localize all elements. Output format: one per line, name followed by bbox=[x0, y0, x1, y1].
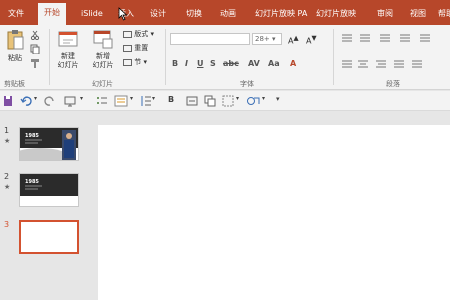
slide-transition-star-icon: ★ bbox=[4, 183, 11, 191]
section-label: 节 bbox=[134, 58, 142, 66]
bullets-icon[interactable] bbox=[96, 95, 108, 107]
ribbon-tab-bar: 文件 开始 iSlide 插入 设计 切换 动画 幻灯片放映 PA 幻灯片放映 … bbox=[0, 0, 450, 25]
slide-thumbnail-3[interactable] bbox=[19, 220, 79, 254]
font-name-combo[interactable] bbox=[170, 33, 250, 45]
tab-slideshow[interactable]: 幻灯片放映 bbox=[316, 7, 356, 20]
tab-review[interactable]: 审阅 bbox=[377, 7, 393, 20]
layout-button[interactable]: 版式 ▾ bbox=[123, 29, 154, 39]
line-spacing-icon[interactable] bbox=[140, 95, 152, 107]
qat-dropdown-icon[interactable]: ▾ bbox=[80, 95, 83, 107]
group-dropdown-icon[interactable]: ▾ bbox=[236, 95, 239, 107]
clipboard-group-label: 剪贴板 bbox=[4, 80, 25, 88]
slide-number: 3 bbox=[4, 220, 10, 229]
slide-thumbnail-1[interactable]: 1985 bbox=[19, 127, 79, 161]
ribbon-home-panel: 粘贴 剪贴板 新建 幻灯片 新增 幻灯片 版式 ▾ 重置 节 ▾ 幻灯片 28+… bbox=[0, 25, 450, 90]
save-icon[interactable] bbox=[3, 95, 13, 107]
line-spacing-dropdown-icon[interactable]: ▾ bbox=[152, 95, 155, 107]
tab-slideshow-pa[interactable]: 幻灯片放映 PA bbox=[255, 7, 307, 20]
slide-number: 1 bbox=[4, 126, 10, 135]
shapes-icon[interactable] bbox=[246, 95, 260, 107]
paste-icon bbox=[7, 30, 24, 50]
layout-label: 版式 bbox=[134, 30, 149, 38]
slide-2-title: 1985 bbox=[25, 179, 39, 185]
char-spacing-button[interactable]: AV bbox=[248, 59, 260, 68]
slide-thumbnail-pane: 1 ★ 1985 2 ★ 1985 3 bbox=[0, 112, 85, 300]
group-divider bbox=[165, 29, 166, 85]
format-painter-icon[interactable] bbox=[30, 58, 40, 68]
group-divider bbox=[49, 29, 50, 85]
paste-button[interactable]: 粘贴 bbox=[4, 29, 26, 63]
slide-editing-canvas[interactable] bbox=[98, 125, 450, 300]
quick-access-toolbar: ▾ ▾ ▾ ▾ B ▾ ▾ ▾ bbox=[0, 91, 450, 111]
numbering-icon[interactable] bbox=[114, 95, 128, 107]
reset-button[interactable]: 重置 bbox=[123, 43, 148, 53]
bold-qat-button[interactable]: B bbox=[168, 95, 174, 107]
section-icon bbox=[123, 58, 132, 66]
undo-dropdown-icon[interactable]: ▾ bbox=[34, 95, 37, 107]
reuse-slide-icon bbox=[93, 30, 113, 49]
strikethrough-button[interactable]: abc bbox=[223, 59, 239, 68]
reuse-slide-label: 新增 幻灯片 bbox=[92, 52, 114, 69]
arrange-icon[interactable] bbox=[204, 95, 216, 107]
customize-qat-icon[interactable]: ▾ bbox=[276, 95, 280, 107]
new-slide-button[interactable]: 新建 幻灯片 bbox=[53, 29, 83, 70]
tab-islide[interactable]: iSlide bbox=[81, 7, 103, 20]
tab-animations[interactable]: 动画 bbox=[220, 7, 236, 20]
bold-button[interactable]: B bbox=[172, 59, 178, 68]
shadow-button[interactable]: S bbox=[210, 59, 216, 68]
reset-label: 重置 bbox=[134, 44, 149, 52]
slide-1-preview: 1985 bbox=[20, 128, 78, 160]
undo-icon[interactable] bbox=[20, 95, 32, 107]
tab-view[interactable]: 视图 bbox=[410, 7, 426, 20]
tab-home[interactable]: 开始 bbox=[38, 3, 66, 25]
shapes-dropdown-icon[interactable]: ▾ bbox=[262, 95, 265, 107]
paragraph-controls-icon[interactable] bbox=[340, 33, 440, 73]
numbering-dropdown-icon[interactable]: ▾ bbox=[130, 95, 133, 107]
slide-2-preview: 1985 bbox=[20, 174, 78, 206]
font-size-combo[interactable]: 28+ ▾ bbox=[252, 33, 282, 45]
reset-icon bbox=[123, 44, 132, 52]
font-group-label: 字体 bbox=[240, 80, 254, 88]
section-button[interactable]: 节 ▾ bbox=[123, 57, 147, 67]
tab-file[interactable]: 文件 bbox=[8, 7, 24, 20]
tab-design[interactable]: 设计 bbox=[150, 7, 166, 20]
cut-icon[interactable] bbox=[30, 30, 40, 40]
slide-number: 2 bbox=[4, 172, 10, 181]
slides-group-label: 幻灯片 bbox=[92, 80, 113, 88]
change-case-button[interactable]: Aa bbox=[268, 59, 280, 68]
tab-help[interactable]: 帮助 bbox=[438, 7, 450, 20]
slide-1-title: 1985 bbox=[25, 133, 39, 139]
mouse-cursor-icon bbox=[118, 7, 128, 21]
paragraph-group-label: 段落 bbox=[386, 80, 400, 88]
slide-thumbnail-2[interactable]: 1985 bbox=[19, 173, 79, 207]
underline-button[interactable]: U bbox=[197, 59, 204, 68]
font-size-value: 28+ bbox=[255, 35, 270, 43]
font-color-button[interactable]: A bbox=[290, 59, 296, 68]
reuse-slide-button[interactable]: 新增 幻灯片 bbox=[88, 29, 118, 70]
layout-icon bbox=[123, 30, 132, 38]
start-slideshow-icon[interactable] bbox=[64, 95, 76, 107]
group-divider bbox=[333, 29, 334, 85]
italic-button[interactable]: I bbox=[185, 59, 188, 68]
copy-icon[interactable] bbox=[30, 44, 40, 54]
paste-label: 粘贴 bbox=[8, 54, 22, 62]
new-slide-icon bbox=[58, 31, 78, 47]
align-icon[interactable] bbox=[186, 95, 198, 107]
group-icon[interactable] bbox=[222, 95, 234, 107]
redo-icon[interactable] bbox=[44, 95, 56, 107]
slide-transition-star-icon: ★ bbox=[4, 137, 11, 145]
grow-font-button[interactable]: A▲ bbox=[288, 34, 299, 46]
tab-transitions[interactable]: 切换 bbox=[186, 7, 202, 20]
shrink-font-button[interactable]: A▼ bbox=[306, 34, 317, 46]
new-slide-label: 新建 幻灯片 bbox=[57, 52, 79, 69]
